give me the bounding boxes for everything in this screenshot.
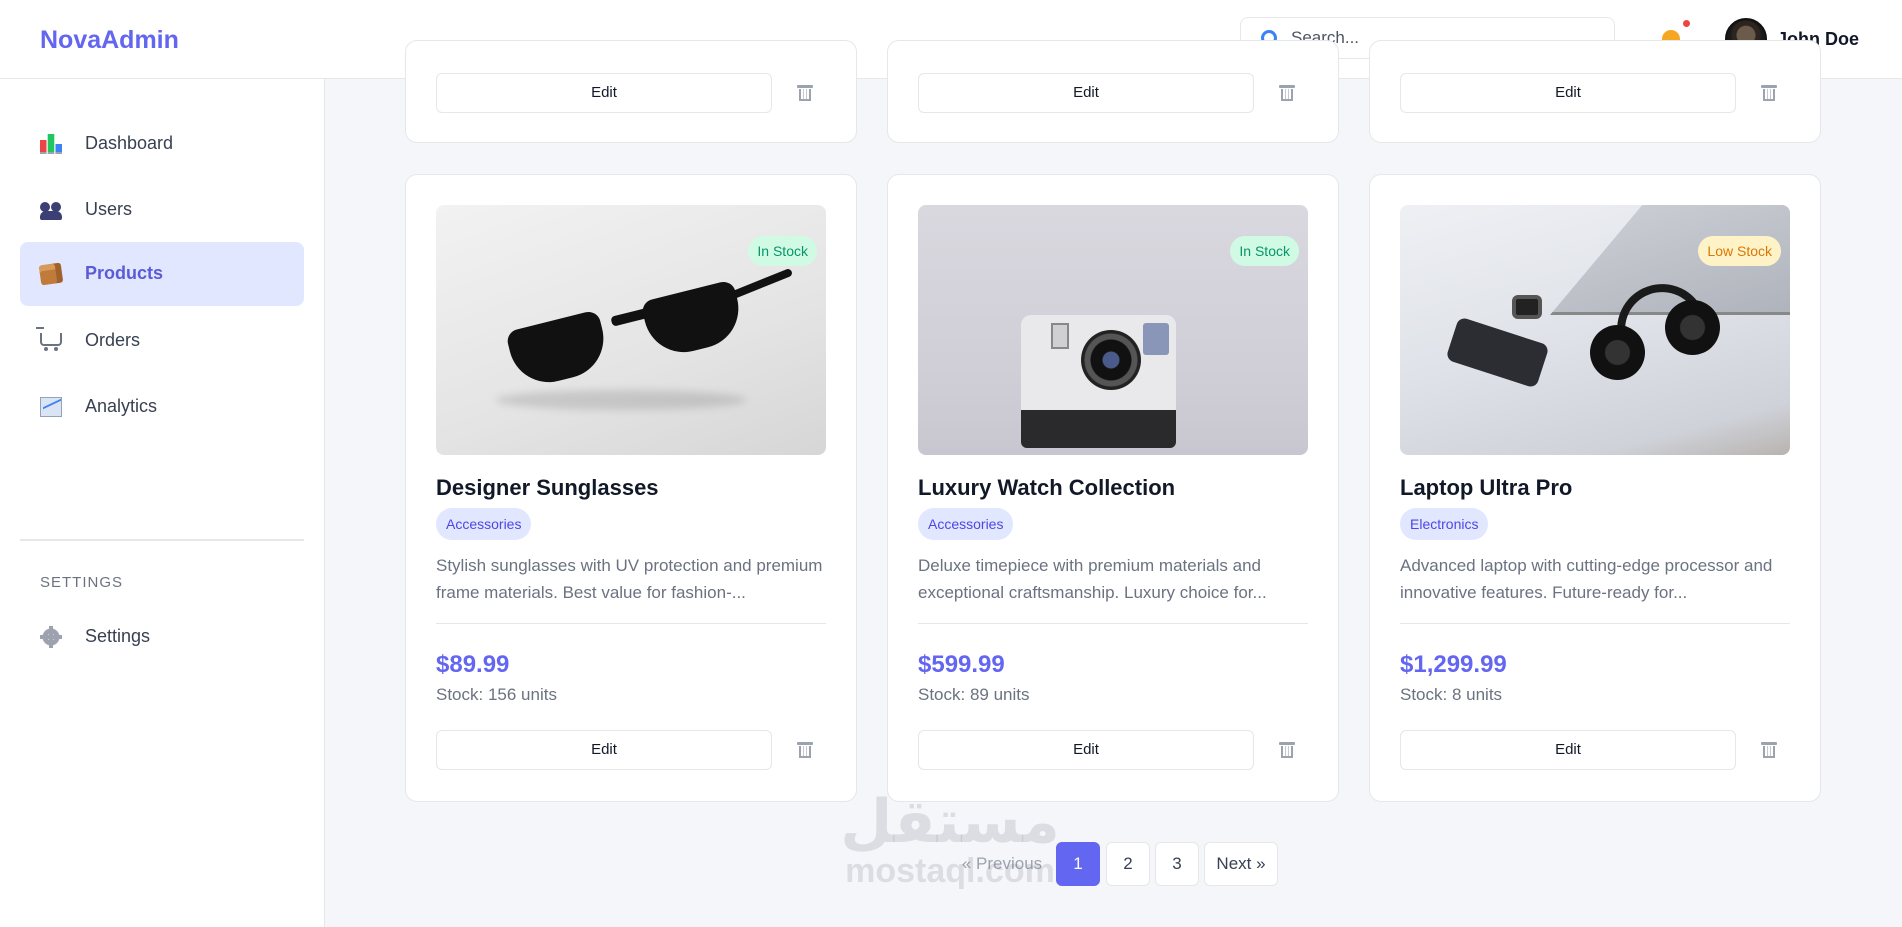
edit-button[interactable]: Edit [918, 73, 1254, 113]
pagination-previous[interactable]: « Previous [952, 842, 1052, 886]
product-title: Designer Sunglasses [436, 475, 659, 500]
stock-badge: In Stock [748, 236, 817, 266]
product-price: $89.99 [436, 651, 510, 678]
sidebar-item-settings[interactable]: Settings [20, 605, 304, 669]
product-stock: Stock: 156 units [436, 685, 557, 704]
sidebar-item-products[interactable]: Products [20, 242, 304, 306]
sidebar-item-users[interactable]: Users [20, 178, 304, 242]
category-badge: Electronics [1400, 508, 1489, 540]
category-badge: Accessories [436, 508, 532, 540]
trash-icon[interactable] [797, 85, 813, 101]
sidebar-item-dashboard[interactable]: Dashboard [20, 112, 304, 176]
trash-icon[interactable] [1761, 742, 1777, 758]
notification-dot [1683, 20, 1690, 27]
sidebar-item-label: Products [85, 263, 164, 283]
sidebar-item-label: Users [85, 199, 133, 219]
pagination-page-3[interactable]: 3 [1155, 842, 1199, 886]
pagination-page-1[interactable]: 1 [1056, 842, 1100, 886]
trash-icon[interactable] [1279, 742, 1295, 758]
trash-icon[interactable] [1279, 85, 1295, 101]
users-icon [40, 200, 62, 220]
sidebar-item-label: Dashboard [85, 133, 174, 153]
product-card: Edit [405, 40, 857, 143]
stock-badge: Low Stock [1698, 236, 1781, 266]
stock-badge: In Stock [1230, 236, 1299, 266]
sidebar-item-label: Analytics [85, 396, 158, 416]
edit-button[interactable]: Edit [1400, 730, 1736, 770]
category-badge: Accessories [918, 508, 1014, 540]
product-title: Luxury Watch Collection [918, 475, 1176, 500]
sidebar-item-label: Settings [85, 626, 151, 646]
product-description: Deluxe timepiece with premium materials … [918, 556, 1267, 602]
edit-button[interactable]: Edit [918, 730, 1254, 770]
sidebar: Dashboard Users Products Orders Analytic… [0, 79, 325, 927]
product-description: Advanced laptop with cutting-edge proces… [1400, 556, 1773, 602]
analytics-icon [40, 397, 62, 417]
card-divider [1400, 623, 1790, 624]
product-price: $599.99 [918, 651, 1005, 678]
card-divider [436, 623, 826, 624]
gear-icon [40, 626, 62, 648]
package-icon [38, 262, 64, 286]
product-stock: Stock: 8 units [1400, 685, 1503, 704]
product-card: Low Stock Laptop Ultra Pro Electronics A… [1369, 174, 1821, 802]
product-stock: Stock: 89 units [918, 685, 1030, 704]
sidebar-item-label: Orders [85, 330, 141, 350]
section-label-settings: SETTINGS [40, 574, 124, 591]
product-card: Edit [1369, 40, 1821, 143]
product-card: In Stock Luxury Watch Collection Accesso… [887, 174, 1339, 802]
product-title: Laptop Ultra Pro [1400, 475, 1573, 500]
card-divider [918, 623, 1308, 624]
trash-icon[interactable] [1761, 85, 1777, 101]
edit-button[interactable]: Edit [436, 73, 772, 113]
edit-button[interactable]: Edit [436, 730, 772, 770]
product-card: In Stock Designer Sunglasses Accessories… [405, 174, 857, 802]
cart-icon [36, 327, 62, 351]
pagination-page-2[interactable]: 2 [1106, 842, 1150, 886]
brand-logo[interactable]: NovaAdmin [40, 26, 179, 55]
sidebar-divider [20, 539, 304, 541]
product-card: Edit [887, 40, 1339, 143]
product-description: Stylish sunglasses with UV protection an… [436, 556, 823, 602]
trash-icon[interactable] [797, 742, 813, 758]
chart-icon [40, 134, 62, 154]
product-price: $1,299.99 [1400, 651, 1507, 678]
sidebar-item-orders[interactable]: Orders [20, 309, 304, 373]
edit-button[interactable]: Edit [1400, 73, 1736, 113]
pagination-next[interactable]: Next » [1204, 842, 1278, 886]
sidebar-item-analytics[interactable]: Analytics [20, 375, 304, 439]
